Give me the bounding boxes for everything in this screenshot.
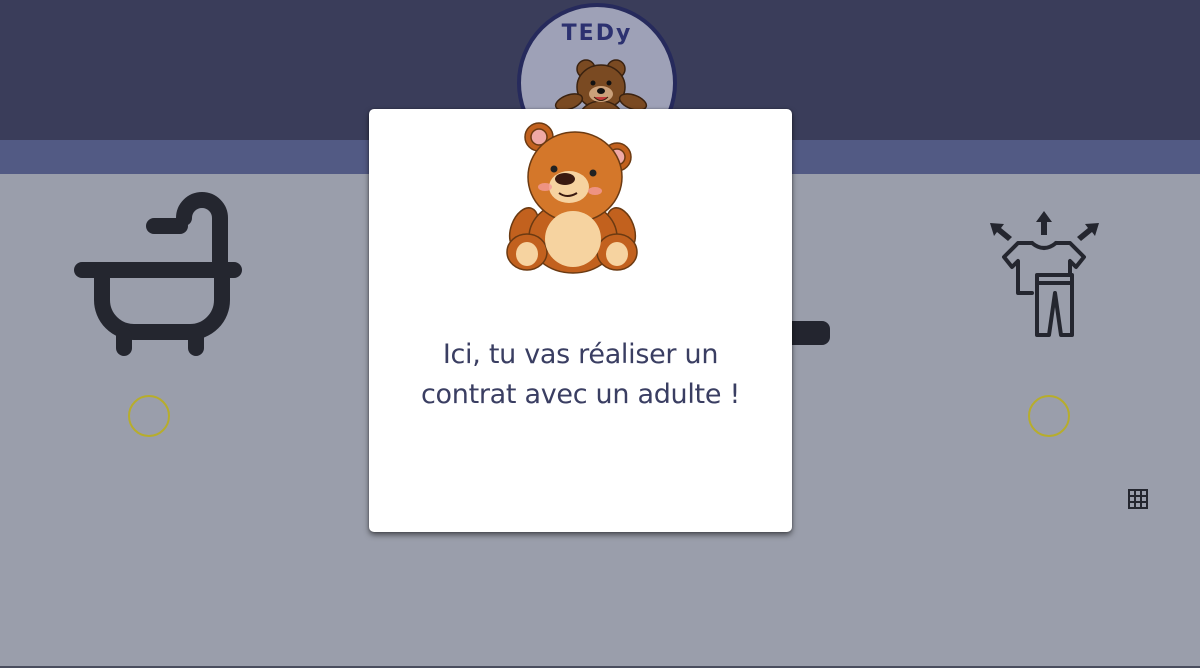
clothes-select-radio[interactable] bbox=[1028, 395, 1070, 437]
bathtub-select-radio[interactable] bbox=[128, 395, 170, 437]
modal-message-line1: Ici, tu vas réaliser un bbox=[442, 339, 719, 370]
info-modal[interactable]: Ici, tu vas réaliser un contrat avec un … bbox=[369, 109, 792, 532]
grid-icon[interactable] bbox=[1127, 488, 1149, 510]
clothes-icon[interactable] bbox=[982, 205, 1112, 345]
modal-message-line2: contrat avec un adulte ! bbox=[421, 379, 740, 410]
teddy-bear-icon bbox=[506, 122, 638, 274]
logo-text: TEDy bbox=[561, 21, 633, 46]
bathtub-icon[interactable] bbox=[72, 190, 252, 360]
modal-message: Ici, tu vas réaliser un contrat avec un … bbox=[369, 335, 792, 415]
